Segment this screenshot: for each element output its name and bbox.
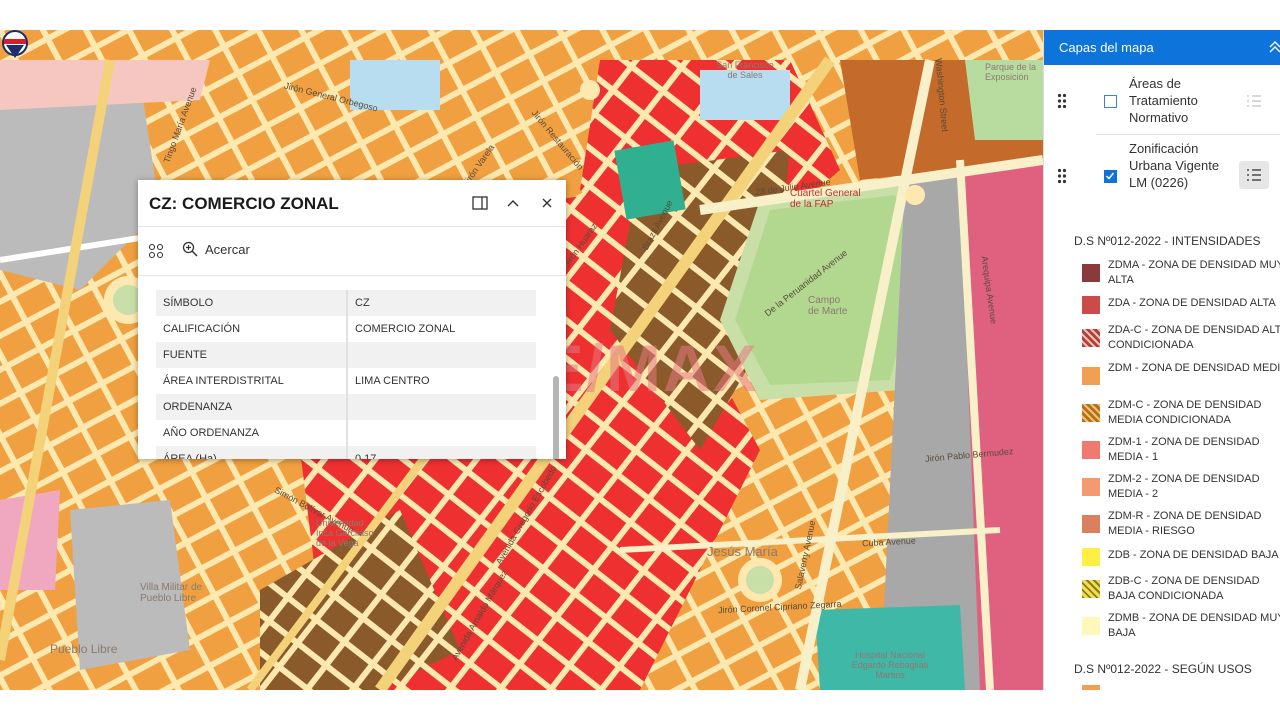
place-label: Jesús María (707, 544, 778, 559)
legend-swatch (1082, 296, 1100, 314)
popup-header: CZ: COMERCIO ZONAL (138, 180, 566, 227)
top-bar (0, 0, 1280, 30)
legend-label: ZDM-C - ZONA DE DENSIDAD MEDIA CONDICION… (1108, 399, 1262, 426)
legend-swatch (1082, 478, 1100, 496)
close-icon (542, 198, 552, 208)
collapse-panel-icon[interactable] (1268, 40, 1280, 54)
check-icon (1105, 172, 1115, 180)
layer-row-areas-tratamiento[interactable]: Áreas de Tratamiento Normativo (1044, 75, 1280, 127)
attribute-value: LIMA CENTRO (355, 375, 430, 387)
table-row: CALIFICACIÓN COMERCIO ZONAL (156, 316, 536, 342)
attribute-value: 0.17 (347, 446, 536, 459)
collapse-button[interactable] (503, 193, 523, 213)
legend-swatch (1082, 367, 1100, 385)
layer-row-zonificacion[interactable]: Zonificación Urbana Vigente LM (0226) (1044, 140, 1280, 212)
legend-toggle-button[interactable] (1239, 161, 1269, 189)
divider (1096, 134, 1280, 135)
feature-menu-button[interactable] (148, 243, 164, 264)
popup-scrollbar[interactable] (553, 376, 559, 459)
attribute-label: AÑO ORDENANZA (156, 420, 348, 446)
panel-header: Capas del mapa (1044, 30, 1280, 65)
place-label: Cuartel General de la FAP (790, 188, 861, 210)
bottom-bar (0, 690, 1280, 720)
table-row: SÍMBOLO CZ (156, 290, 536, 316)
close-button[interactable] (537, 193, 557, 213)
legend-label: ZDMA - ZONA DE DENSIDAD MUY ALTA (1108, 259, 1280, 286)
attribute-scroll-area[interactable]: SÍMBOLO CZ CALIFICACIÓN COMERCIO ZONAL F… (138, 276, 566, 459)
place-label: Parque de la Exposición (985, 62, 1037, 82)
attribute-value: COMERCIO ZONAL (355, 323, 456, 335)
place-label: Universidad Inca Garcilaso de la Vega (316, 518, 374, 548)
table-row: ORDENANZA (156, 394, 536, 420)
grid-dots-icon (148, 243, 164, 259)
legend-label: ZDA-C - ZONA DE DENSIDAD ALTA CONDICIONA… (1108, 324, 1280, 351)
table-row: ÁREA (Ha) 0.17 (156, 446, 536, 459)
legend-label: ZDB-C - ZONA DE DENSIDAD BAJA CONDICIONA… (1108, 575, 1260, 602)
location-pin-icon[interactable] (0, 30, 30, 60)
attribute-value (347, 342, 536, 368)
attribute-label: SÍMBOLO (156, 290, 348, 316)
attribute-label: CALIFICACIÓN (156, 316, 348, 342)
place-label: Hospital Nacional Edgardo Rebagliati Mar… (851, 650, 929, 680)
popup-title: CZ: COMERCIO ZONAL (149, 194, 339, 213)
drag-handle-icon[interactable] (1057, 168, 1067, 184)
table-row: ÁREA INTERDISTRITAL LIMA CENTRO (156, 368, 536, 394)
legend-swatch (1082, 617, 1100, 635)
dock-icon (472, 196, 488, 210)
place-label: San Francisco de Sales (716, 60, 774, 80)
place-label: Pueblo Libre (50, 642, 118, 656)
legend-swatch (1082, 329, 1100, 347)
layer-name: Áreas de Tratamiento Normativo (1129, 76, 1198, 125)
layers-panel: Capas del mapa Áreas de Tratamiento Norm… (1043, 30, 1280, 690)
attribute-value (347, 420, 536, 446)
legend-list-icon (1247, 169, 1261, 181)
legend-label: ZDA - ZONA DE DENSIDAD ALTA (1108, 297, 1276, 309)
legend-label: ZDM-R - ZONA DE DENSIDAD MEDIA - RIESGO (1108, 510, 1262, 537)
attribute-label: FUENTE (156, 342, 348, 368)
attribute-label: ORDENANZA (156, 394, 348, 420)
attribute-value (347, 394, 536, 420)
legend-label: ZDM - ZONA DE DENSIDAD MEDIA (1108, 362, 1280, 374)
legend-label: ZDB - ZONA DE DENSIDAD BAJA (1108, 549, 1279, 561)
place-label: Campo de Marte (808, 295, 848, 317)
dock-button[interactable] (470, 193, 490, 213)
legend-list-icon (1247, 95, 1261, 107)
layer-checkbox[interactable] (1104, 95, 1117, 108)
legend-swatch (1082, 515, 1100, 533)
legend-swatch (1082, 404, 1100, 422)
attribute-label: ÁREA (Ha) (156, 446, 348, 459)
chevron-up-icon (507, 200, 519, 207)
legend-label: ZDM-1 - ZONA DE DENSIDAD MEDIA - 1 (1108, 436, 1260, 463)
legend-section-heading: D.S Nº012-2022 - SEGÚN USOS (1074, 662, 1252, 676)
feature-popup: CZ: COMERCIO ZONAL Acercar SÍMBOLO CZ CA… (138, 180, 566, 459)
attribute-label: ÁREA INTERDISTRITAL (156, 368, 348, 394)
zoom-to-button[interactable]: Acercar (182, 241, 250, 257)
place-label: Villa Militar de Pueblo Libre (140, 582, 203, 604)
zoom-in-icon (182, 241, 198, 257)
attribute-table: SÍMBOLO CZ CALIFICACIÓN COMERCIO ZONAL F… (156, 290, 536, 459)
attribute-value: CZ (347, 290, 536, 316)
layer-name: Zonificación Urbana Vigente LM (0226) (1129, 141, 1220, 190)
panel-title: Capas del mapa (1059, 40, 1154, 55)
table-row: FUENTE (156, 342, 536, 368)
legend-swatch (1082, 441, 1100, 459)
layer-checkbox[interactable] (1104, 170, 1117, 183)
legend-label: ZDMB - ZONA DE DENSIDAD MUY BAJA (1108, 612, 1280, 639)
legend-swatch (1082, 548, 1100, 566)
zoom-to-label: Acercar (205, 241, 250, 257)
legend-swatch (1082, 264, 1100, 282)
table-row: AÑO ORDENANZA (156, 420, 536, 446)
legend-label: ZDM-2 - ZONA DE DENSIDAD MEDIA - 2 (1108, 473, 1260, 500)
drag-handle-icon[interactable] (1057, 93, 1067, 109)
legend-swatch (1082, 580, 1100, 598)
legend-section-heading: D.S Nº012-2022 - INTENSIDADES (1074, 234, 1261, 248)
legend-toggle-button[interactable] (1239, 87, 1269, 115)
popup-toolbar: Acercar (138, 227, 566, 276)
